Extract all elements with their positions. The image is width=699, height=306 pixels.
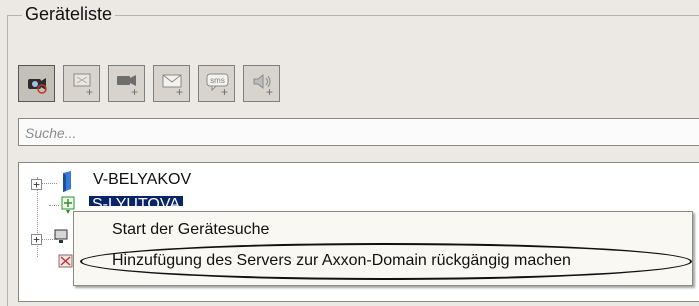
computer-icon (54, 229, 68, 243)
menu-item-start-device-search[interactable]: Start der Gerätesuche (112, 221, 269, 239)
tree-node-label[interactable]: V-BELYAKOV (93, 171, 191, 189)
camera-search-icon (28, 78, 47, 94)
expand-toggle[interactable]: + (31, 179, 42, 190)
plus-icon: + (85, 85, 93, 99)
plus-icon: + (175, 85, 183, 99)
search-cameras-button[interactable] (18, 65, 55, 102)
sms-text: sms (210, 76, 225, 85)
add-sms-button[interactable]: sms + (198, 65, 235, 102)
group-title: Geräteliste (22, 4, 116, 25)
menu-item-undo-add-server-to-domain[interactable]: Hinzufügung des Servers zur Axxon-Domain… (112, 252, 571, 270)
search-input[interactable] (23, 119, 687, 147)
add-camera-button[interactable]: + (108, 65, 145, 102)
context-menu: Start der Gerätesuche Hinzufügung des Se… (73, 211, 693, 286)
search-box (18, 118, 699, 147)
server-icon (63, 171, 71, 192)
tree-line (49, 205, 59, 206)
plus-icon: + (130, 85, 138, 99)
add-device-button[interactable]: + (63, 65, 100, 102)
plus-icon: + (265, 85, 273, 99)
plus-icon: + (220, 85, 228, 99)
add-speaker-button[interactable]: + (243, 65, 280, 102)
expand-toggle[interactable]: + (31, 234, 42, 245)
tree-node-label-selected[interactable]: S-LYUTOVA (89, 196, 184, 206)
add-email-button[interactable]: + (153, 65, 190, 102)
